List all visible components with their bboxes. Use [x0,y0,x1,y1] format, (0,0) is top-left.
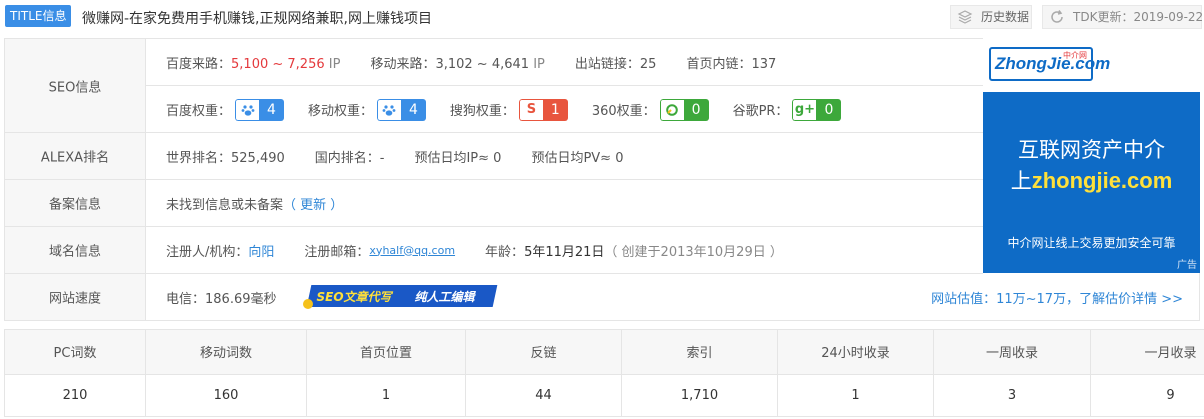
360-icon [659,98,684,121]
alexa-row: ALEXA排名 世界排名：525,490 国内排名：- 预估日均IP≈ 0 预估… [5,133,983,180]
ad-subheadline: 上zhongjie.com [1010,168,1173,193]
ad-tag: 广告 [1177,260,1197,271]
seo-writing-ad-banner[interactable]: SEO文章代写 纯人工编辑 [302,285,497,309]
indexed-24h[interactable]: 1 [777,374,934,417]
layers-icon [957,10,973,24]
stats-header: 移动词数 [145,329,307,375]
page-title: 微赚网-在家免费用手机赚钱,正规网络兼职,网上赚钱项目 [82,11,432,27]
email-label: 注册邮箱： [304,244,370,260]
mobile-weight-label: 移动权重： [307,104,373,119]
registrant-label: 注册人/机构： [166,244,249,260]
zhongjie-ad[interactable]: ZhongJie.com 中介网 互联网资产中介 上zhongjie.com 中… [983,38,1200,273]
ad-text-seo: SEO文章代写 [316,290,392,304]
google-pr-badge[interactable]: g+ 0 [792,98,842,121]
icp-row: 备案信息 未找到信息或未备案 （ 更新 ） [5,180,983,227]
zhongjie-logo: ZhongJie.com 中介网 [989,47,1110,81]
registrant-email-link[interactable]: xyhalf@qq.com [369,244,455,257]
history-data-button[interactable]: 历史数据 [950,5,1032,29]
mobile-weight-badge[interactable]: 4 [376,98,426,121]
tdk-update-button[interactable]: TDK更新：2019-09-22 [1042,5,1204,29]
backlinks[interactable]: 44 [465,374,622,417]
indexed-month[interactable]: 9 [1091,374,1204,417]
daily-ip: 预估日均IP≈ 0 [414,150,502,166]
row-label-seo: SEO信息 [5,39,146,132]
stats-header: 索引 [621,329,778,375]
stats-header-row: PC词数 移动词数 首页位置 反链 索引 24小时收录 一周收录 一月收录 [4,329,1204,375]
outlinks: 出站链接：25 [574,56,657,72]
ad-domain: zhongjie.com [1031,168,1173,193]
sogou-weight-badge[interactable]: S1 [518,98,568,121]
google-pr-label: 谷歌PR： [732,104,789,119]
seo-weights-line: 百度权重： 4 移动权重： 4 搜狗权重： S1 360权重： 0 谷歌PR： … [146,86,983,133]
seo-traffic-line: 百度来路：5,100 ~ 7,256 IP 移动来路：3,102 ~ 4,641… [146,39,983,86]
stats-header: 反链 [465,329,622,375]
world-rank: 世界排名：525,490 [166,150,285,166]
telecom-speed: 电信：186.69毫秒 [166,291,277,307]
creation-date: （ 创建于2013年10月29日 ） [604,244,783,260]
baidu-weight-label: 百度权重： [166,104,232,119]
registrant-link[interactable]: 向阳 [248,241,274,260]
ad-dot [302,299,313,309]
title-badge: TITLE信息 [5,5,72,27]
history-data-label: 历史数据 [981,10,1030,24]
ad-headline: 互联网资产中介 [1018,138,1165,162]
age-value: 5年11月21日 [524,244,605,260]
domestic-rank: 国内排名：- [314,150,385,166]
baidu-paw-icon [376,98,401,121]
baidu-source: 百度来路：5,100 ~ 7,256 IP [166,56,341,72]
mobile-source: 移动来路：3,102 ~ 4,641 IP [370,56,545,72]
row-label-domain: 域名信息 [5,227,146,273]
ad-header: ZhongJie.com 中介网 [983,38,1200,92]
title-bar: TITLE信息 微赚网-在家免费用手机赚钱,正规网络兼职,网上赚钱项目 历史数据… [0,0,1204,34]
ad-slogan: 中介网让线上交易更加安全可靠 [1007,236,1176,250]
google-plus-icon: g+ [792,98,817,121]
sogou-icon: S [518,98,543,121]
stats-header: 首页位置 [306,329,466,375]
tdk-update-label: TDK更新：2019-09-22 [1073,10,1204,24]
keyword-stats-table: PC词数 移动词数 首页位置 反链 索引 24小时收录 一周收录 一月收录 21… [4,329,1204,417]
valuation-link[interactable]: 网站估值：11万~17万，了解估价详情 >> [931,274,1183,320]
speed-row: 网站速度 电信：186.69毫秒 SEO文章代写 纯人工编辑 网站估值：11万~… [5,274,1199,320]
domain-row: 域名信息 注册人/机构： 向阳 注册邮箱： xyhalf@qq.com 年龄： … [5,227,983,274]
sogou-weight-label: 搜狗权重： [449,104,515,119]
row-label-alexa: ALEXA排名 [5,133,146,179]
homepage-position[interactable]: 1 [306,374,466,417]
stats-header: 24小时收录 [777,329,934,375]
stats-value-row: 210 160 1 44 1,710 1 3 9 [4,374,1204,417]
360-weight-label: 360权重： [591,104,656,119]
pc-word-count[interactable]: 210 [4,374,146,417]
seo-row: SEO信息 百度来路：5,100 ~ 7,256 IP 移动来路：3,102 ~… [5,39,983,133]
stats-header: PC词数 [4,329,146,375]
indexed-week[interactable]: 3 [933,374,1091,417]
stats-header: 一周收录 [933,329,1091,375]
homepage-links: 首页内链：137 [686,56,777,72]
icp-status: 未找到信息或未备案 [166,197,284,213]
ad-text-manual: 纯人工编辑 [414,290,475,304]
refresh-icon [1051,10,1063,23]
daily-pv: 预估日均PV≈ 0 [531,150,624,166]
360-weight-badge[interactable]: 0 [659,98,709,121]
baidu-paw-icon [235,98,260,121]
index-count[interactable]: 1,710 [621,374,778,417]
mobile-word-count[interactable]: 160 [145,374,307,417]
row-label-speed: 网站速度 [5,274,146,320]
baidu-weight-badge[interactable]: 4 [235,98,284,121]
stats-header: 一月收录 [1090,329,1204,375]
row-label-icp: 备案信息 [5,180,146,226]
icp-update-link[interactable]: （ 更新 ） [283,194,343,213]
age-label: 年龄： [485,244,525,260]
